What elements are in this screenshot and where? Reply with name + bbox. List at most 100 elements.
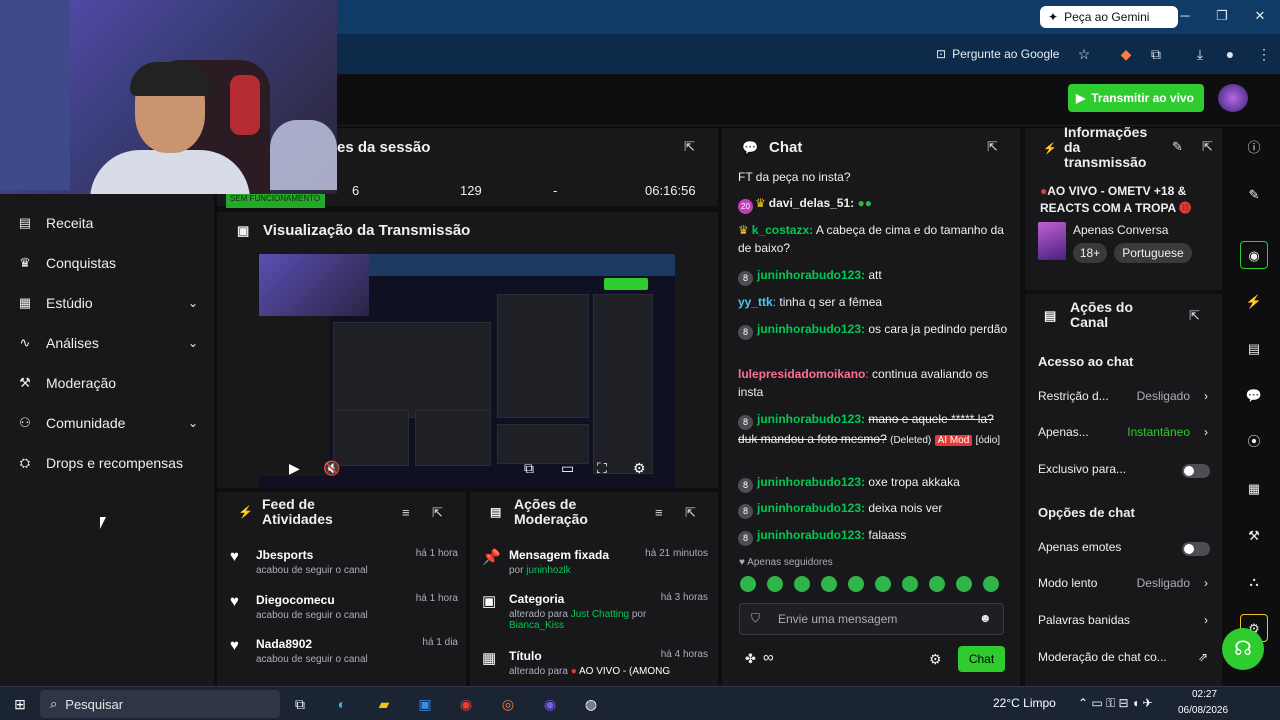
toggle-switch[interactable] [1182,542,1210,556]
chat-mod-setting[interactable]: Moderação de chat co... ⇗ [1038,650,1210,670]
sidebar-item-comunidade[interactable]: ⚇ Comunidade ⌄ [18,412,198,434]
sidebar-item-drops[interactable]: ⛭ Drops e recompensas [18,452,198,474]
popout-icon[interactable]: ⇱ [432,505,443,521]
slow-mode-setting[interactable]: Modo lento Desligado › [1038,576,1210,596]
minimize-icon[interactable]: ─ [1175,8,1195,23]
send-chat-button[interactable]: Chat [958,646,1005,672]
google-lens-button[interactable]: ⊡ Pergunte ao Google [936,44,1066,64]
chat-bubble-icon[interactable]: 💬 [1240,382,1268,410]
list-item[interactable]: ♥ Nada8902 há 1 dia acabou de seguir o cana… [228,637,458,673]
stream-preview[interactable] [259,254,675,488]
close-icon[interactable]: ✕ [1250,8,1270,24]
play-icon[interactable]: ▶ [289,460,300,477]
edge-icon[interactable]: ◐ [332,694,352,714]
pin-icon: 📌 [482,549,501,566]
mute-icon[interactable]: 🔇 [323,460,340,477]
sidebar-item-receita[interactable]: ▤ Receita [18,212,198,234]
chat-settings-icon[interactable]: ⚙ [929,651,942,668]
app-icon[interactable]: ◎ [498,694,518,714]
pip-icon[interactable]: ⧉ [524,460,534,477]
camera-icon[interactable]: ◉ [1240,241,1268,269]
sidebar-item-estudio[interactable]: ▦ Estúdio ⌄ [18,292,198,314]
list-item[interactable]: ▣ Categoria há 3 horas alterado para Just C… [480,592,708,632]
shield-icon: ⛉ [751,611,761,625]
windows-start-icon[interactable]: ⊞ [10,694,30,714]
chat-message: 8 juninhorabudo123: att [738,266,1008,286]
list-item[interactable]: ▦ Título há 4 horas alterado para ● AO VIVO… [480,649,708,689]
stat-value: 6 [352,183,360,198]
wrench-icon[interactable]: ⚒ [1240,522,1268,550]
menu-dots-icon[interactable]: ⋮ [1254,44,1274,64]
bolt-icon[interactable]: ⚡ [1240,288,1268,316]
settings-icon[interactable]: ⚙ [633,460,646,477]
obs-icon[interactable]: ◍ [581,694,601,714]
gemini-icon: ✦ [1048,10,1059,24]
banned-words-setting[interactable]: Palavras banidas › [1038,613,1210,633]
profile-icon[interactable]: ● [1220,44,1240,64]
theater-icon[interactable]: ▭ [561,460,574,477]
stream-title: ●AO VIVO - OMETV +18 & REACTS COM A TROP… [1040,184,1192,215]
popout-icon[interactable]: ⇱ [987,139,998,155]
tag[interactable]: Portuguese [1114,243,1192,263]
toggle-switch[interactable] [1182,464,1210,478]
section-heading: Opções de chat [1038,505,1135,520]
list-item[interactable]: ♥ Diegocomecu há 1 hora acabou de seguir o … [228,593,458,629]
sidebar-item-analises[interactable]: ∿ Análises ⌄ [18,332,198,354]
puzzle-icon[interactable]: ⧉ [1146,44,1166,64]
chrome-icon[interactable]: ◉ [456,694,476,714]
sidebar-item-conquistas[interactable]: ♛ Conquistas [18,252,198,274]
chevron-down-icon: ⌄ [187,336,198,350]
popout-icon[interactable]: ⇱ [685,505,696,521]
system-tray-icons[interactable]: ⌃ ▭ ⚿ ⊟ ◖ ✈ [1078,696,1153,711]
chevron-right-icon: › [1204,576,1208,590]
emote-bar[interactable] [740,576,1006,592]
emoji-icon[interactable]: ☻ [979,611,992,625]
go-live-button[interactable]: ▶ Transmitir ao vivo [1068,84,1204,112]
folder-icon[interactable]: ▰ [374,694,394,714]
user-avatar[interactable] [1218,84,1248,112]
popout-icon[interactable]: ⇱ [1189,308,1200,324]
tag[interactable]: 18+ [1073,243,1107,263]
headset-icon[interactable]: ☊ [1222,628,1264,670]
restriction-setting[interactable]: Restrição d... Desligado › [1038,389,1210,409]
fullscreen-icon[interactable]: ⛶ [597,460,607,477]
store-icon[interactable]: ▣ [415,694,435,714]
category-name: Apenas Conversa [1073,223,1169,237]
clock-date[interactable]: 06/08/2026 [1178,705,1228,716]
title-icon: ▦ [482,650,497,667]
points-icon[interactable]: ✤ [745,651,756,667]
discord-icon[interactable]: ◉ [540,694,560,714]
bookmark-star-icon[interactable]: ☆ [1074,44,1094,64]
notes-icon[interactable]: ▤ [1240,335,1268,363]
emote-icon [794,576,810,592]
download-icon[interactable]: ⤓ [1190,44,1210,64]
extension-icon[interactable]: ◆ [1116,44,1136,64]
apenas-setting[interactable]: Apenas... Instantâneo › [1038,425,1210,445]
emotes-only-setting[interactable]: Apenas emotes [1038,540,1210,560]
filter-icon[interactable]: ≡ [655,505,663,520]
gemini-button[interactable]: ✦ Peça ao Gemini [1040,6,1178,28]
taskbar-search[interactable]: ⌕ Pesquisar [40,690,280,718]
exclusive-setting[interactable]: Exclusivo para... [1038,462,1210,482]
clock-time[interactable]: 02:27 [1192,689,1217,700]
share-icon[interactable]: ⛬ [1240,568,1268,596]
sidebar-item-label: Conquistas [46,255,117,271]
chat-message-deleted: 8 juninhorabudo123: mano e aquele ***** l… [738,412,1001,446]
edit-icon[interactable]: ✎ [1240,181,1268,209]
info-icon[interactable]: ⓘ [1240,134,1268,162]
popout-icon[interactable]: ⇱ [1202,139,1213,155]
sidebar-item-moderacao[interactable]: ⚒ Moderação [18,372,198,394]
popout-icon[interactable]: ⇱ [684,139,695,155]
edit-icon[interactable]: ✎ [1172,139,1183,155]
maximize-icon[interactable]: ❐ [1212,8,1232,24]
list-item[interactable]: ♥ Jbesports há 1 hora acabou de seguir o ca… [228,548,458,584]
weather-text[interactable]: 22°C Limpo [993,696,1056,710]
task-view-icon[interactable]: ⧉ [290,694,310,714]
filter-icon[interactable]: ≡ [402,505,410,520]
list-item[interactable]: 📌 Mensagem fixada há 21 minutos por juninho… [480,548,708,588]
chevron-down-icon: ⌄ [187,416,198,430]
stat-value: - [553,183,558,198]
chat-input[interactable]: Envie uma mensagem [739,603,1004,635]
layout-icon[interactable]: ▦ [1240,475,1268,503]
broadcast-icon[interactable]: ⦿ [1240,428,1268,456]
